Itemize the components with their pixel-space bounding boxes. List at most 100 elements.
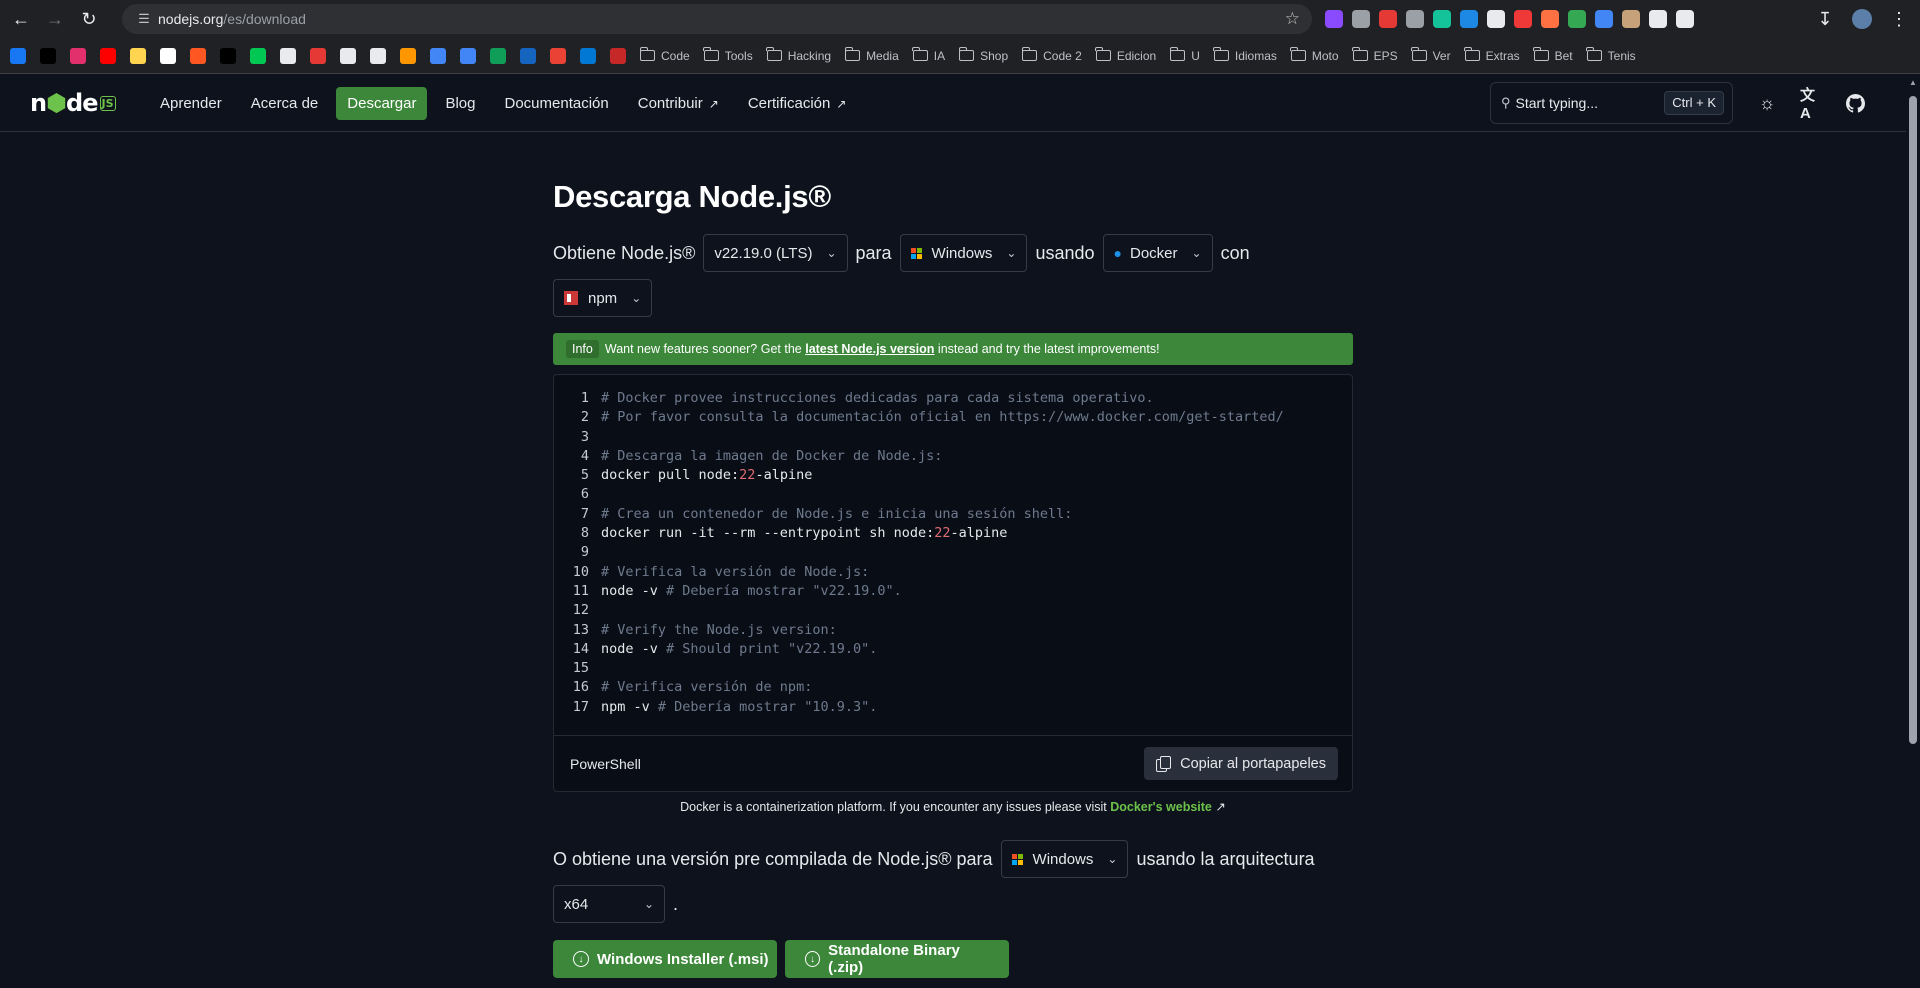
bookmark-favicon-icon[interactable]: [490, 47, 506, 64]
bookmark-favicon-icon[interactable]: [310, 47, 326, 64]
nav-item-descargar[interactable]: Descargar: [336, 86, 428, 120]
bookmark-favicon-icon[interactable]: [610, 47, 626, 64]
extension-icon[interactable]: [1541, 10, 1559, 28]
word-using: usando: [1035, 242, 1095, 263]
menu-icon[interactable]: ⋮: [1882, 2, 1916, 36]
language-icon[interactable]: 文A: [1800, 87, 1822, 122]
extension-icon[interactable]: [1325, 10, 1343, 28]
prebuilt-suffix: usando la arquitectura: [1136, 848, 1315, 869]
windows-installer-button[interactable]: ↓ Windows Installer (.msi): [553, 940, 777, 978]
nav-item-aprender[interactable]: Aprender: [149, 87, 233, 120]
nav-item-acercade[interactable]: Acerca de: [240, 87, 330, 120]
extension-icon[interactable]: [1568, 10, 1586, 28]
extension-icon[interactable]: [1676, 10, 1694, 28]
extension-icon[interactable]: [1406, 10, 1424, 28]
bookmark-folder[interactable]: Tools: [703, 47, 753, 63]
bookmark-folder-label: Ver: [1432, 48, 1451, 63]
main-nav: Aprender Acerca de Descargar Blog Documentac…: [149, 86, 864, 120]
windows-icon: [910, 247, 922, 259]
latest-version-link[interactable]: latest Node.js version: [805, 342, 934, 356]
bookmark-star-icon[interactable]: ☆: [1285, 9, 1300, 29]
bookmark-favicon-icon[interactable]: [520, 47, 536, 64]
bookmark-favicon-icon[interactable]: [220, 47, 236, 64]
extension-icon[interactable]: [1622, 10, 1640, 28]
nav-item-certificacin[interactable]: Certificación ↗: [737, 87, 858, 120]
profile-avatar[interactable]: [1852, 9, 1872, 29]
scroll-up-icon[interactable]: ▲: [1909, 78, 1917, 87]
download-icon[interactable]: ↧: [1808, 2, 1842, 36]
folder-icon: [1095, 47, 1111, 61]
bookmark-folder[interactable]: Media: [844, 47, 899, 63]
bookmark-favicon-icon[interactable]: [340, 47, 356, 64]
bookmark-folder[interactable]: Code 2: [1021, 47, 1082, 63]
url-text: nodejs.org/es/download: [158, 11, 306, 27]
package-manager-select[interactable]: npm ⌄: [553, 279, 653, 317]
external-link-icon: ↗: [836, 96, 847, 111]
bookmark-favicon-icon[interactable]: [10, 47, 26, 64]
nav-item-blog[interactable]: Blog: [434, 87, 486, 120]
extension-icon[interactable]: [1460, 10, 1478, 28]
bookmark-favicon-icon[interactable]: [130, 47, 146, 64]
bookmark-folder[interactable]: IA: [912, 47, 945, 63]
nodejs-logo[interactable]: n ⬢ de JS: [30, 89, 116, 117]
install-method-select[interactable]: ● Docker ⌄: [1102, 234, 1213, 272]
code-line: 8 docker run -it --rm --entrypoint sh nod…: [568, 524, 1352, 543]
bookmark-favicon-icon[interactable]: [460, 47, 476, 64]
theme-toggle-icon[interactable]: ☼: [1756, 92, 1778, 114]
bookmark-folder[interactable]: Idiomas: [1213, 47, 1277, 63]
bookmark-folder[interactable]: Ver: [1411, 47, 1451, 63]
version-value: v22.19.0 (LTS): [714, 244, 813, 262]
bookmark-favicon-icon[interactable]: [160, 47, 176, 64]
bookmark-favicon-icon[interactable]: [190, 47, 206, 64]
bookmark-favicon-icon[interactable]: [430, 47, 446, 64]
code-line: 13 # Verify the Node.js version:: [568, 621, 1352, 640]
extension-icon[interactable]: [1352, 10, 1370, 28]
extension-icon[interactable]: [1379, 10, 1397, 28]
extension-icon[interactable]: [1433, 10, 1451, 28]
copy-to-clipboard-button[interactable]: Copiar al portapapeles: [1144, 747, 1338, 780]
bookmark-folder[interactable]: Bet: [1533, 47, 1573, 63]
info-banner: Info Want new features sooner? Get the l…: [553, 333, 1353, 365]
extension-icon[interactable]: [1514, 10, 1532, 28]
extension-icon[interactable]: [1649, 10, 1667, 28]
bookmark-favicon-icon[interactable]: [370, 47, 386, 64]
bookmark-folder[interactable]: Code: [639, 47, 690, 63]
bookmark-folder[interactable]: Edicion: [1095, 47, 1156, 63]
bookmark-folder[interactable]: U: [1169, 47, 1200, 63]
bookmark-favicon-icon[interactable]: [70, 47, 86, 64]
forward-icon[interactable]: →: [38, 2, 72, 36]
bookmark-folder[interactable]: Extras: [1464, 47, 1520, 63]
github-icon[interactable]: [1844, 92, 1866, 114]
bookmark-favicon-icon[interactable]: [40, 47, 56, 64]
nav-item-label: Documentación: [504, 94, 609, 112]
docker-website-link[interactable]: Docker's website: [1110, 800, 1212, 814]
bookmark-folder[interactable]: Tenis: [1586, 47, 1636, 63]
architecture-select[interactable]: x64 ⌄: [553, 885, 665, 923]
extension-icon[interactable]: [1487, 10, 1505, 28]
scrollbar-thumb[interactable]: [1909, 96, 1917, 744]
bookmark-favicon-icon[interactable]: [250, 47, 266, 64]
site-info-icon[interactable]: ☰: [130, 11, 158, 27]
search-input[interactable]: ⚲ Start typing... Ctrl + K: [1490, 82, 1733, 124]
extension-icon[interactable]: [1595, 10, 1613, 28]
prebuilt-os-select[interactable]: Windows ⌄: [1000, 840, 1129, 878]
os-select[interactable]: Windows ⌄: [899, 234, 1028, 272]
bookmark-folder[interactable]: Moto: [1290, 47, 1339, 63]
bookmark-favicon-icon[interactable]: [400, 47, 416, 64]
code-token: node -v: [601, 582, 667, 599]
back-icon[interactable]: ←: [4, 2, 38, 36]
bookmark-favicon-icon[interactable]: [550, 47, 566, 64]
bookmark-folder[interactable]: Shop: [958, 47, 1008, 63]
bookmark-favicon-icon[interactable]: [580, 47, 596, 64]
method-value: Docker: [1130, 244, 1178, 262]
nav-item-contribuir[interactable]: Contribuir ↗: [627, 87, 730, 120]
bookmark-folder[interactable]: Hacking: [766, 47, 831, 63]
nav-item-documentacin[interactable]: Documentación: [494, 87, 620, 120]
version-select[interactable]: v22.19.0 (LTS) ⌄: [703, 234, 848, 272]
bookmark-favicon-icon[interactable]: [280, 47, 296, 64]
address-bar[interactable]: ☰ nodejs.org/es/download ☆: [122, 4, 1312, 34]
bookmark-folder[interactable]: EPS: [1352, 47, 1398, 63]
standalone-binary-button[interactable]: ↓ Standalone Binary (.zip): [785, 940, 1009, 978]
reload-icon[interactable]: ↻: [72, 2, 106, 36]
bookmark-favicon-icon[interactable]: [100, 47, 116, 64]
